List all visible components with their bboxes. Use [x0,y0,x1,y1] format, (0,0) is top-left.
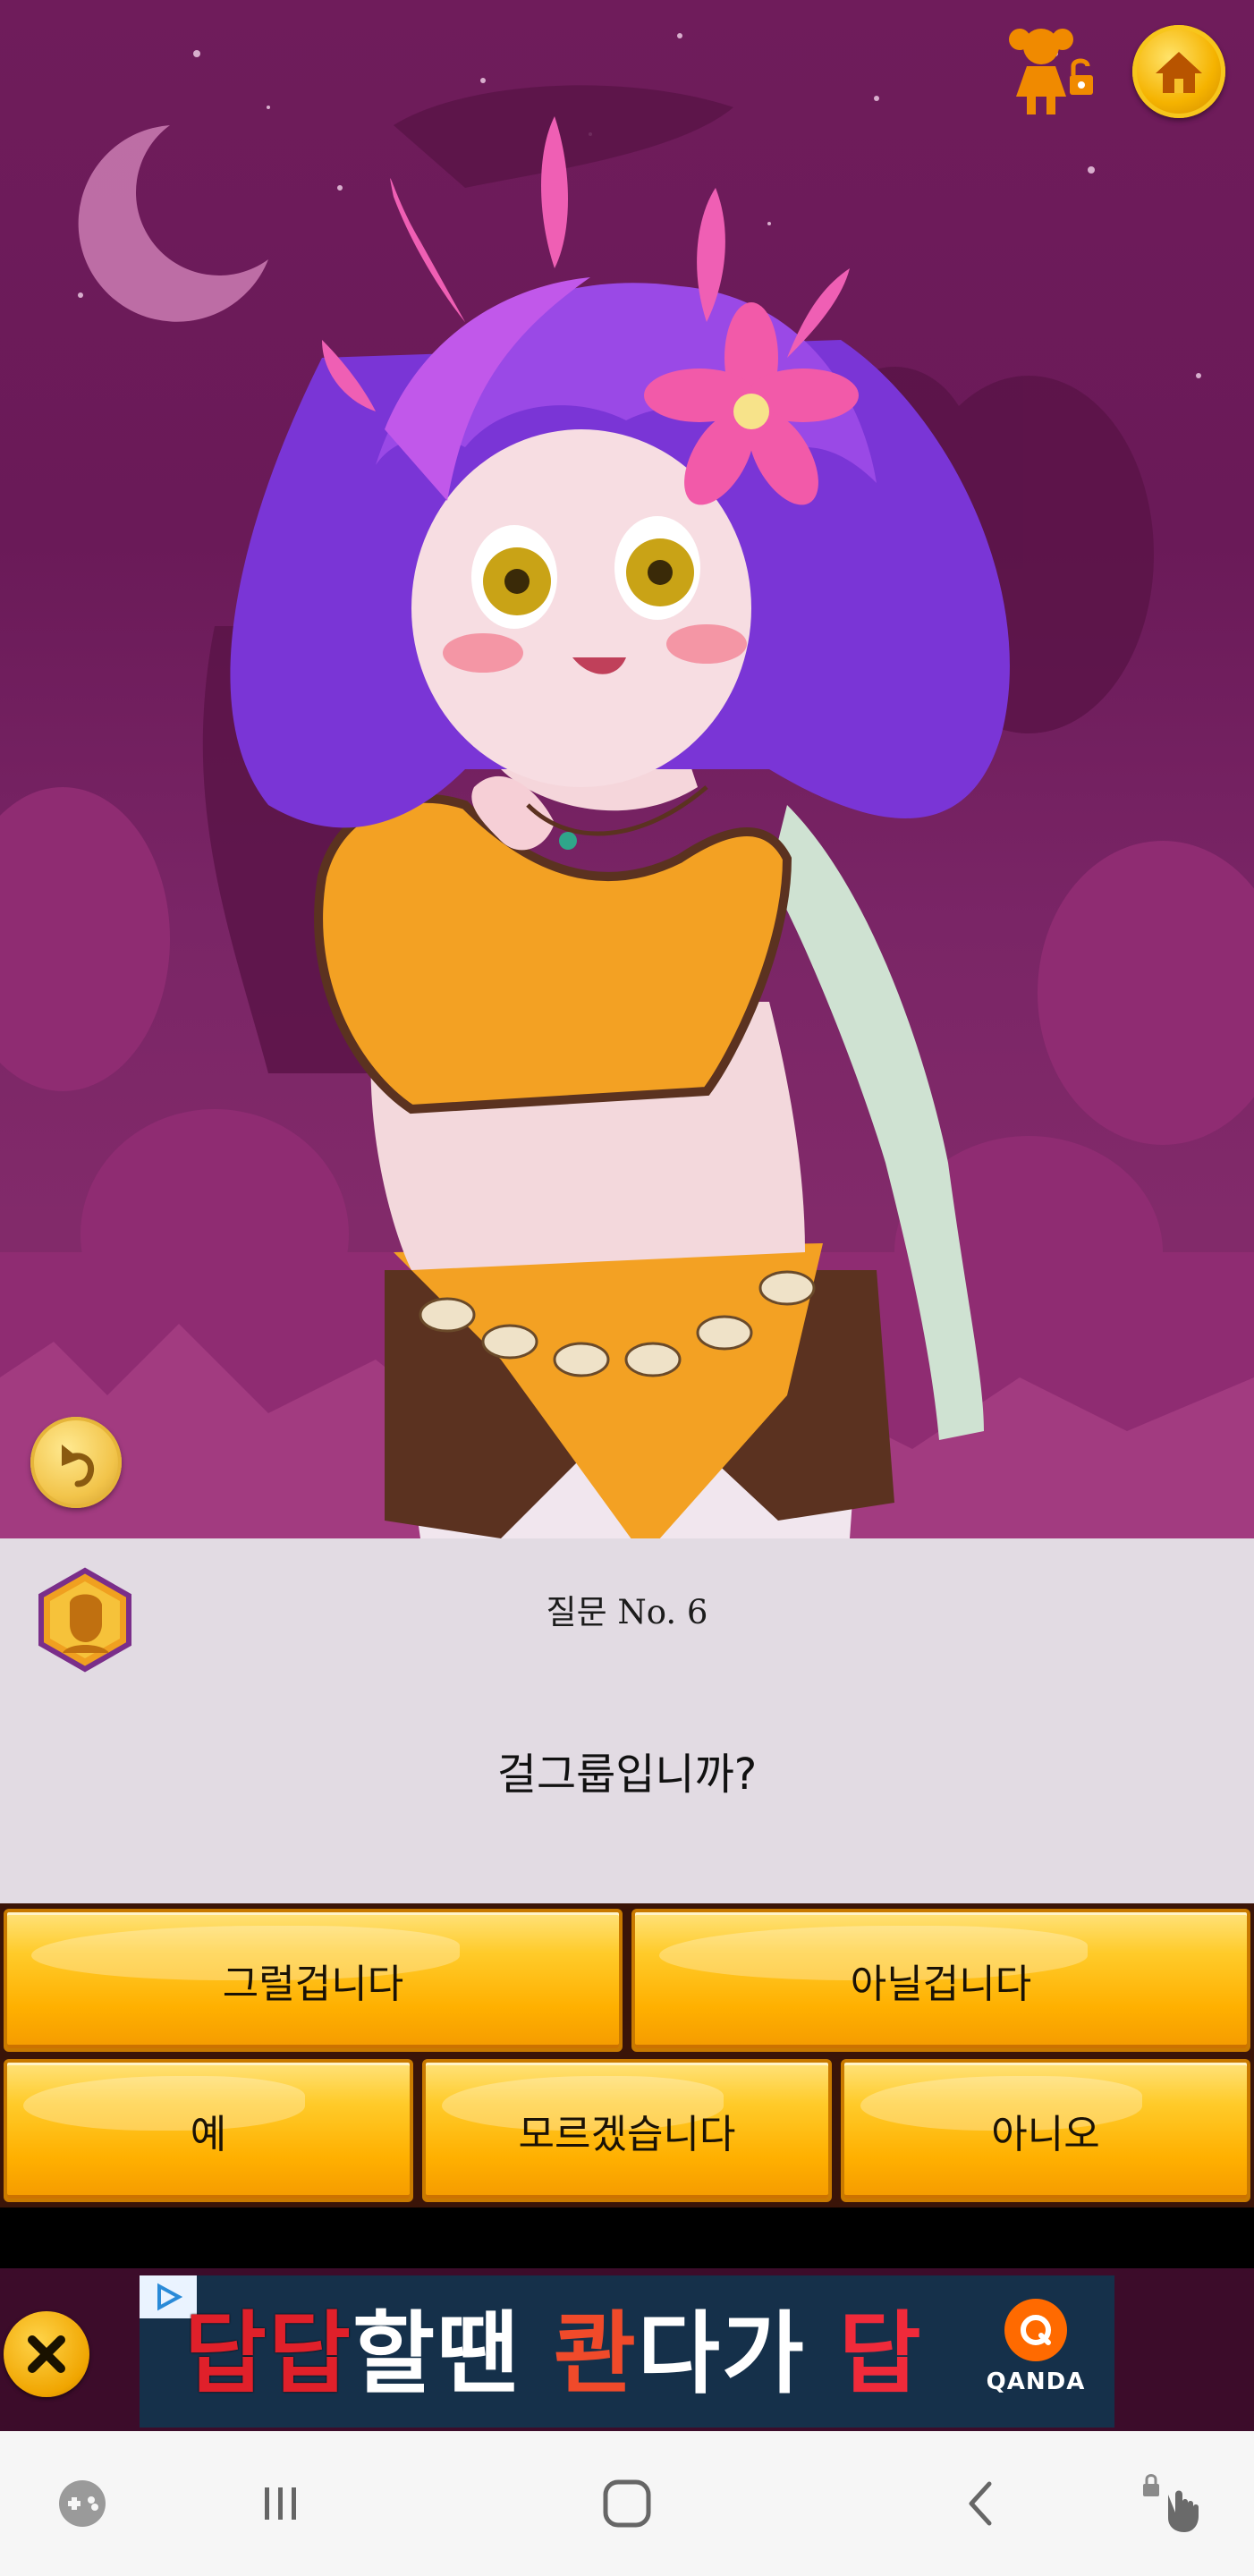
question-number: 질문 No. 6 [546,1593,708,1631]
question-text: 걸그룹입니까? [496,1750,758,1800]
divider-strip [0,2207,1254,2268]
scene-illustration [0,33,1254,1538]
game-scene [0,0,1254,1538]
close-ad-button[interactable] [4,2311,89,2397]
character-lock-icon[interactable] [1002,20,1100,118]
qanda-logo-icon [1004,2299,1067,2361]
game-tools-icon[interactable] [29,2431,136,2576]
probably-yes-label: 그럴겁니다 [222,1962,404,2007]
home-nav-icon[interactable] [573,2431,681,2576]
ad-headline-part-4: 다가 [637,2301,839,2406]
akinator-screen: 질문 No. 6 걸그룹입니까? 그럴겁니다 아닐겁니다 예 모르겠습니다 아니… [0,0,1254,2576]
yes-label: 예 [190,2112,227,2157]
touch-lock-icon[interactable] [1116,2431,1224,2576]
recent-apps-icon[interactable] [227,2431,335,2576]
dont-know-label: 모르겠습니다 [518,2112,736,2157]
probably-yes-button[interactable]: 그럴겁니다 [4,1909,623,2052]
dont-know-button[interactable]: 모르겠습니다 [422,2059,832,2202]
no-button[interactable]: 아니오 [841,2059,1250,2202]
ad-headline-part-3: 콴 [553,2301,638,2406]
system-navigation-bar [0,2431,1254,2576]
yes-button[interactable]: 예 [4,2059,413,2202]
ad-headline-part-1: 답답 [184,2301,352,2406]
qanda-logo: QANDA [980,2299,1091,2410]
ad-banner[interactable]: 답답할땐 콴다가 답 QANDA [140,2275,1114,2428]
ad-headline-part-5: 답 [838,2301,923,2406]
undo-icon [62,1445,95,1487]
ad-headline-part-2: 할땐 [352,2301,554,2406]
close-icon [28,2335,65,2373]
undo-button[interactable] [30,1417,122,1508]
ad-headline: 답답할땐 콴다가 답 [184,2301,923,2408]
no-label: 아니오 [991,2112,1100,2157]
probably-no-button[interactable]: 아닐겁니다 [631,1909,1250,2052]
qanda-brand: QANDA [986,2368,1086,2395]
back-nav-icon[interactable] [928,2431,1036,2576]
probably-no-label: 아닐겁니다 [850,1962,1032,2007]
home-button[interactable] [1132,25,1225,118]
home-icon [1156,52,1202,93]
